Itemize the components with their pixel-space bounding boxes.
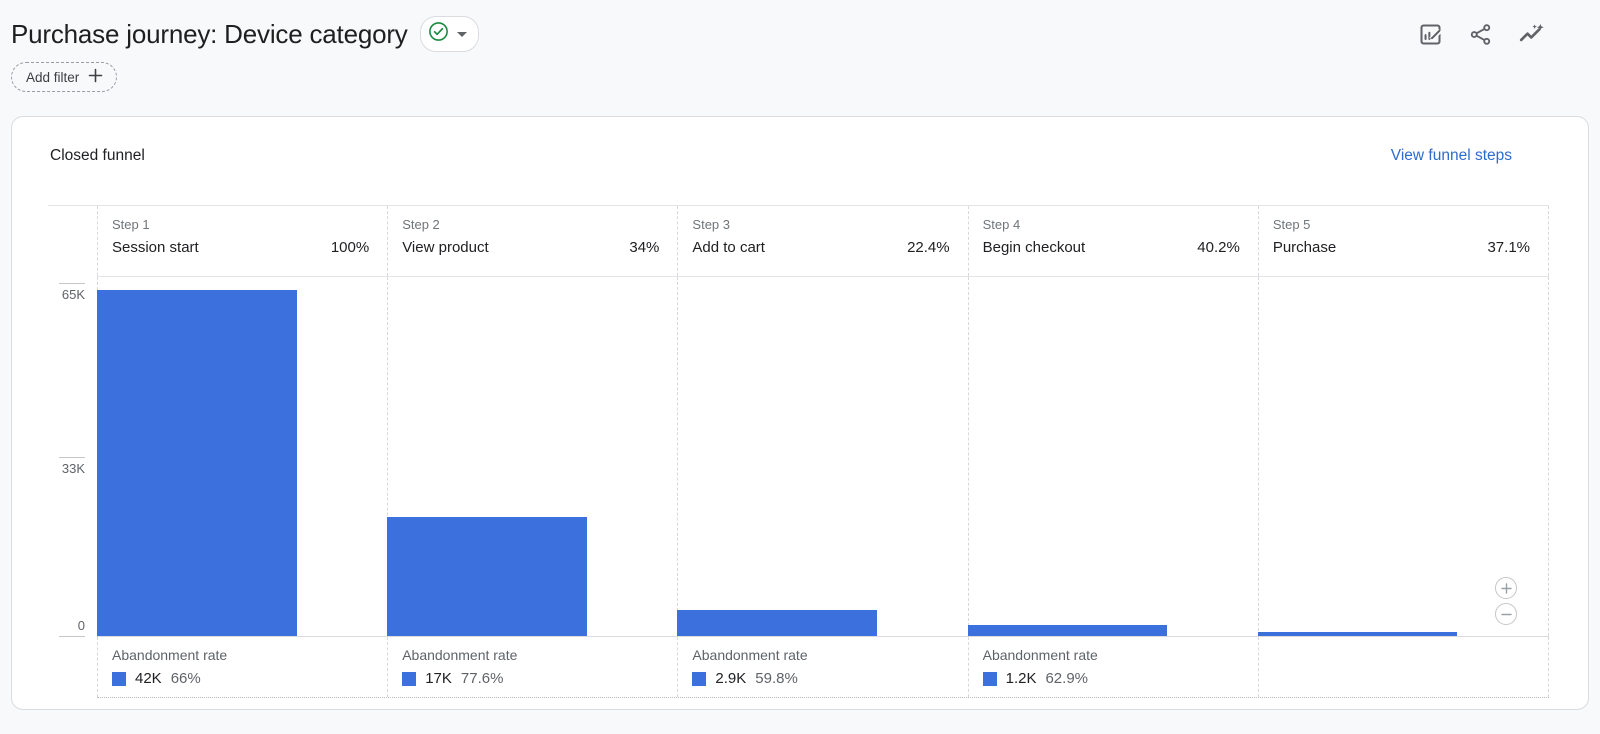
- y-tick-33k: 33K: [59, 457, 85, 476]
- step-name: Begin checkout: [982, 239, 1086, 256]
- legend-swatch: [112, 671, 126, 686]
- legend-swatch: [402, 671, 417, 686]
- step-number: Step 4: [982, 217, 1021, 232]
- view-funnel-steps-link[interactable]: View funnel steps: [1391, 147, 1512, 165]
- exploration-topbar: Purchase journey: Device category Add fi…: [0, 0, 1600, 92]
- step-completion-rate: 34%: [629, 239, 660, 256]
- edit-chart-icon: [1417, 23, 1444, 51]
- abandonment-label: Abandonment rate: [692, 647, 808, 663]
- add-filter-button[interactable]: Add filter: [11, 62, 118, 92]
- abandonment-rate: 77.6%: [460, 670, 504, 687]
- step-number: Step 3: [692, 217, 730, 232]
- minus-icon: [1500, 609, 1512, 620]
- step-header-3: Step 3 Add to cart 22.4%: [677, 206, 967, 276]
- step-number: Step 1: [112, 217, 150, 232]
- funnel-bar-add-to-cart[interactable]: [677, 609, 877, 636]
- abandonment-cell-3: Abandonment rate 2.9K 59.8%: [677, 637, 967, 697]
- funnel-bar-view-product[interactable]: [387, 516, 587, 636]
- funnel-bar-purchase[interactable]: [1257, 632, 1458, 636]
- abandonment-label: Abandonment rate: [982, 647, 1098, 663]
- step-completion-rate: 37.1%: [1487, 239, 1531, 256]
- step-header-5: Step 5 Purchase 37.1%: [1257, 206, 1550, 276]
- abandonment-rate: 59.8%: [755, 670, 798, 687]
- step-number: Step 2: [402, 217, 440, 232]
- y-tick-0: 0: [59, 618, 85, 637]
- axis-gutter-footer: [48, 637, 97, 698]
- share-button[interactable]: [1468, 22, 1493, 47]
- abandonment-count: 1.2K: [1005, 670, 1037, 687]
- page-title: Purchase journey: Device category: [11, 18, 408, 49]
- insights-icon: [1517, 23, 1546, 52]
- funnel-bar-session-start[interactable]: [97, 289, 297, 636]
- step-name: Purchase: [1272, 239, 1337, 256]
- plus-icon: [88, 68, 103, 86]
- filter-row: Add filter: [11, 62, 1546, 92]
- step-name: Session start: [112, 239, 199, 256]
- step-completion-rate: 22.4%: [907, 239, 950, 256]
- step-header-row: Step 1 Session start 100% Step 2 View pr…: [48, 205, 1550, 277]
- step-header-2: Step 2 View product 34%: [387, 206, 677, 276]
- step-name: Add to cart: [692, 239, 765, 256]
- abandonment-cols: Abandonment rate 42K 66% Abandonment rat…: [97, 637, 1550, 698]
- chevron-down-icon: [456, 31, 467, 37]
- funnel-column-3: [677, 277, 967, 636]
- zoom-in-button[interactable]: [1495, 577, 1517, 599]
- legend-swatch: [982, 671, 997, 686]
- edit-chart-button[interactable]: [1417, 21, 1444, 48]
- abandonment-label: Abandonment rate: [402, 647, 518, 663]
- abandonment-cell-1: Abandonment rate 42K 66%: [97, 637, 387, 697]
- abandonment-cell-2: Abandonment rate 17K 77.6%: [387, 637, 677, 697]
- tick-line: [59, 457, 85, 458]
- step-header-4: Step 4 Begin checkout 40.2%: [967, 206, 1258, 276]
- card-header: Closed funnel View funnel steps: [12, 117, 1588, 165]
- y-tick-65k: 65K: [59, 283, 85, 302]
- funnel-chart: Step 1 Session start 100% Step 2 View pr…: [48, 205, 1550, 698]
- step-completion-rate: 100%: [330, 239, 370, 256]
- abandonment-label: Abandonment rate: [112, 647, 228, 663]
- plot-columns: [97, 277, 1550, 637]
- insights-button[interactable]: [1517, 20, 1546, 49]
- abandonment-cell-5: [1257, 637, 1550, 697]
- abandonment-row: Abandonment rate 42K 66% Abandonment rat…: [48, 637, 1550, 698]
- y-tick-label: 0: [77, 618, 85, 633]
- funnel-card: Closed funnel View funnel steps Step 1 S…: [11, 116, 1589, 710]
- y-tick-label: 33K: [61, 461, 85, 476]
- axis-gutter-header: [48, 206, 97, 277]
- zoom-out-button[interactable]: [1495, 603, 1517, 625]
- abandonment-count: 2.9K: [715, 670, 747, 687]
- funnel-column-1: [97, 277, 387, 636]
- share-icon: [1468, 23, 1493, 50]
- card-title: Closed funnel: [50, 147, 145, 164]
- toolbar-actions: [1417, 20, 1546, 49]
- step-header-cols: Step 1 Session start 100% Step 2 View pr…: [97, 206, 1550, 277]
- step-header-1: Step 1 Session start 100%: [97, 206, 387, 276]
- abandonment-rate: 66%: [170, 670, 201, 687]
- funnel-column-4: [967, 277, 1258, 636]
- abandonment-rate: 62.9%: [1045, 670, 1089, 687]
- funnel-bar-begin-checkout[interactable]: [967, 625, 1168, 636]
- validation-status-dropdown[interactable]: [419, 16, 479, 52]
- step-completion-rate: 40.2%: [1197, 239, 1240, 256]
- y-tick-label: 65K: [61, 287, 85, 302]
- add-filter-label: Add filter: [26, 69, 80, 85]
- plus-icon: [1500, 582, 1512, 594]
- abandonment-count: 42K: [135, 670, 162, 687]
- check-circle-icon: [428, 21, 449, 47]
- funnel-column-2: [387, 277, 677, 636]
- tick-line: [59, 283, 85, 284]
- title-row: Purchase journey: Device category: [11, 12, 1546, 56]
- step-name: View product: [402, 239, 489, 256]
- y-axis: 65K 33K 0: [48, 277, 97, 637]
- step-number: Step 5: [1272, 217, 1311, 232]
- chart-zoom-controls: [1495, 577, 1517, 625]
- legend-swatch: [692, 671, 707, 686]
- plot-area: 65K 33K 0: [48, 277, 1550, 637]
- abandonment-cell-4: Abandonment rate 1.2K 62.9%: [967, 637, 1258, 697]
- abandonment-count: 17K: [425, 670, 452, 687]
